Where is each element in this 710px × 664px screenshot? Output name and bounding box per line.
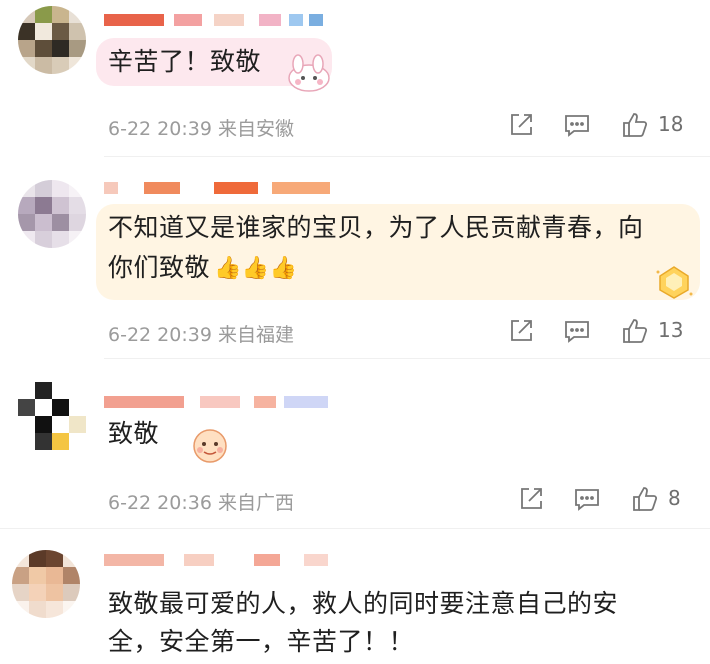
face-sticker (193, 429, 227, 463)
comment-actions: 18 (500, 110, 700, 144)
comment-meta: 6-22 20:36 来自广西 (108, 488, 294, 515)
comment-time: 20:39 (157, 118, 212, 140)
comment-text: 辛苦了！致敬 (108, 47, 262, 76)
like-count: 18 (658, 112, 684, 136)
comment-text-line1: 不知道又是谁家的宝贝，为了人民贡献青春，向 (108, 213, 644, 242)
thumbs-up-icon[interactable] (620, 316, 650, 346)
avatar[interactable] (18, 180, 86, 248)
comment-date: 6-22 (108, 118, 152, 140)
username-blurred[interactable] (104, 176, 364, 200)
comment-location: 来自福建 (217, 324, 294, 346)
avatar[interactable] (18, 6, 86, 74)
comment-4: 致敬最可爱的人，救人的同时要注意自己的安 全，安全第一，辛苦了！！ (0, 536, 710, 664)
thumbs-up-icon[interactable] (620, 110, 650, 140)
comment-3: 致敬 6-22 20:36 来自广西 8 (0, 368, 710, 529)
comment-date: 6-22 (108, 324, 152, 346)
comment-actions: 8 (510, 484, 700, 518)
like-count: 13 (658, 318, 684, 342)
username-blurred[interactable] (104, 8, 364, 32)
thumbs-up-icon[interactable] (630, 484, 660, 514)
medal-sticker (656, 266, 693, 299)
bunny-sticker (288, 54, 330, 92)
comment-text: 致敬 (108, 419, 160, 448)
divider (104, 358, 710, 359)
share-icon[interactable] (506, 110, 536, 140)
comment-location: 来自广西 (217, 492, 294, 514)
username-blurred[interactable] (104, 548, 364, 572)
comment-time: 20:39 (157, 324, 212, 346)
comment-date: 6-22 (108, 492, 152, 514)
thumbs-up-emoji: 👍👍👍 (214, 256, 298, 281)
comment-time: 20:36 (157, 492, 212, 514)
divider (104, 156, 710, 157)
comment-meta: 6-22 20:39 来自安徽 (108, 114, 294, 141)
avatar[interactable] (12, 550, 80, 618)
comment-icon[interactable] (572, 484, 602, 514)
comment-location: 来自安徽 (217, 118, 294, 140)
comment-text-line2: 你们致敬 👍👍👍 (108, 248, 298, 289)
comment-actions: 13 (500, 316, 700, 350)
share-icon[interactable] (516, 484, 546, 514)
like-count: 8 (668, 486, 681, 510)
comment-2: 不知道又是谁家的宝贝，为了人民贡献青春，向 你们致敬 👍👍👍 6-22 20:39… (0, 160, 710, 360)
comment-text-line2-text: 你们致敬 (108, 253, 211, 282)
divider (0, 528, 710, 529)
username-blurred[interactable] (104, 390, 364, 414)
comment-1: 辛苦了！致敬 6-22 20:39 来自安徽 18 (0, 0, 710, 160)
share-icon[interactable] (506, 316, 536, 346)
comment-text-line2: 全，安全第一，辛苦了！！ (108, 627, 415, 656)
comment-text-line1: 致敬最可爱的人，救人的同时要注意自己的安 (108, 589, 619, 618)
comment-meta: 6-22 20:39 来自福建 (108, 320, 294, 347)
comment-icon[interactable] (562, 110, 592, 140)
avatar[interactable] (18, 382, 86, 450)
comment-icon[interactable] (562, 316, 592, 346)
